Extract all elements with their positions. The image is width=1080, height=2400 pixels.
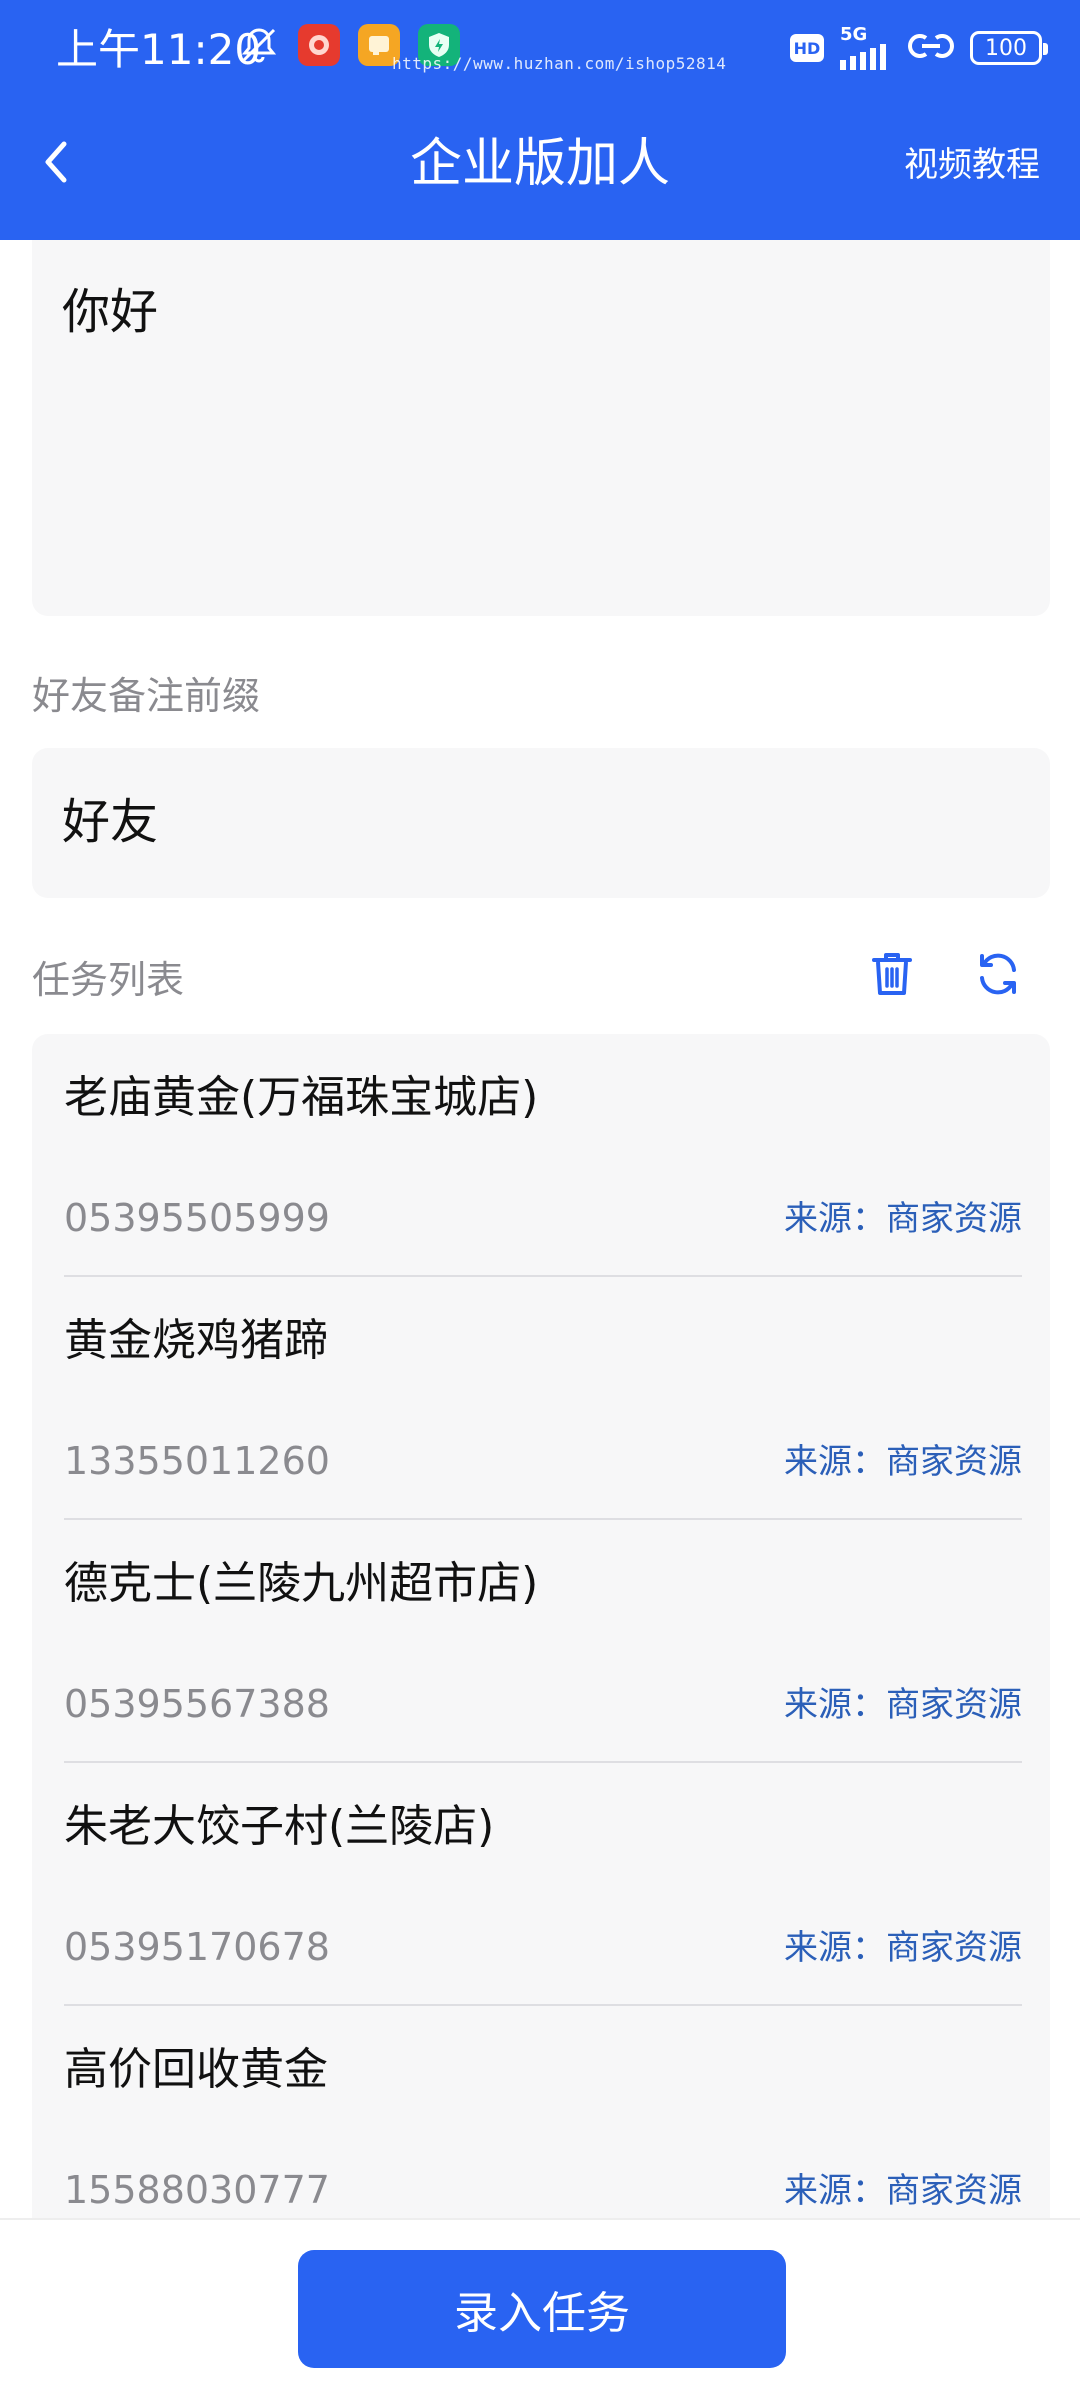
url-watermark: https://www.huzhan.com/ishop52814 xyxy=(392,54,727,73)
battery-indicator: 100 xyxy=(970,31,1048,65)
task-name: 黄金烧鸡猪蹄 xyxy=(64,1315,328,1366)
link-icon xyxy=(908,28,954,68)
task-source: 来源：商家资源 xyxy=(784,1442,1022,1482)
task-phone: 05395567388 xyxy=(64,1682,330,1726)
friend-prefix-field[interactable]: 好友 xyxy=(32,748,1050,898)
trash-icon xyxy=(870,950,914,1002)
top-app-bar: 上午11:20 https://www.huzhan.com/ishop5281… xyxy=(0,0,1080,240)
greeting-message-field[interactable]: 你好 xyxy=(32,240,1050,616)
friend-prefix-label: 好友备注前缀 xyxy=(32,674,261,718)
task-phone: 13355011260 xyxy=(64,1439,330,1483)
task-list-item[interactable]: 老庙黄金(万福珠宝城店) 05395505999 来源：商家资源 xyxy=(64,1034,1022,1277)
greeting-message-value: 你好 xyxy=(62,284,159,340)
add-task-button[interactable]: 录入任务 xyxy=(298,2250,786,2368)
signal-icon: 5G xyxy=(840,26,892,70)
task-list-item[interactable]: 德克士(兰陵九州超市店) 05395567388 来源：商家资源 xyxy=(64,1520,1022,1763)
refresh-tasks-button[interactable] xyxy=(966,944,1030,1008)
friend-prefix-value: 好友 xyxy=(62,794,159,850)
task-list-item[interactable]: 黄金烧鸡猪蹄 13355011260 来源：商家资源 xyxy=(64,1277,1022,1520)
network-type: 5G xyxy=(840,24,868,45)
task-name: 朱老大饺子村(兰陵店) xyxy=(64,1801,495,1852)
hd-badge: HD xyxy=(790,34,824,62)
delete-tasks-button[interactable] xyxy=(860,944,924,1008)
task-source: 来源：商家资源 xyxy=(784,1685,1022,1725)
status-time: 上午11:20 xyxy=(56,25,262,74)
task-name: 德克士(兰陵九州超市店) xyxy=(64,1558,539,1609)
task-source: 来源：商家资源 xyxy=(784,1199,1022,1239)
app-icon-red xyxy=(298,24,340,66)
video-tutorial-link[interactable]: 视频教程 xyxy=(904,140,1040,190)
chevron-left-icon xyxy=(38,138,74,190)
refresh-icon xyxy=(974,950,1022,1002)
task-name: 高价回收黄金 xyxy=(64,2044,328,2095)
bottom-action-bar: 录入任务 xyxy=(0,2218,1080,2400)
task-phone: 05395170678 xyxy=(64,1925,330,1969)
task-name: 老庙黄金(万福珠宝城店) xyxy=(64,1072,539,1123)
status-right-icons: HD 5G 100 xyxy=(790,26,1048,70)
task-source: 来源：商家资源 xyxy=(784,2171,1022,2211)
bell-off-icon xyxy=(238,24,280,66)
task-list[interactable]: 老庙黄金(万福珠宝城店) 05395505999 来源：商家资源 黄金烧鸡猪蹄 … xyxy=(32,1034,1050,2218)
task-source: 来源：商家资源 xyxy=(784,1928,1022,1968)
task-list-label: 任务列表 xyxy=(32,958,185,1002)
back-button[interactable] xyxy=(26,128,86,200)
task-list-item[interactable]: 高价回收黄金 15588030777 来源：商家资源 xyxy=(64,2006,1022,2218)
task-phone: 05395505999 xyxy=(64,1196,330,1240)
task-list-item[interactable]: 朱老大饺子村(兰陵店) 05395170678 来源：商家资源 xyxy=(64,1763,1022,2006)
task-phone: 15588030777 xyxy=(64,2168,330,2212)
